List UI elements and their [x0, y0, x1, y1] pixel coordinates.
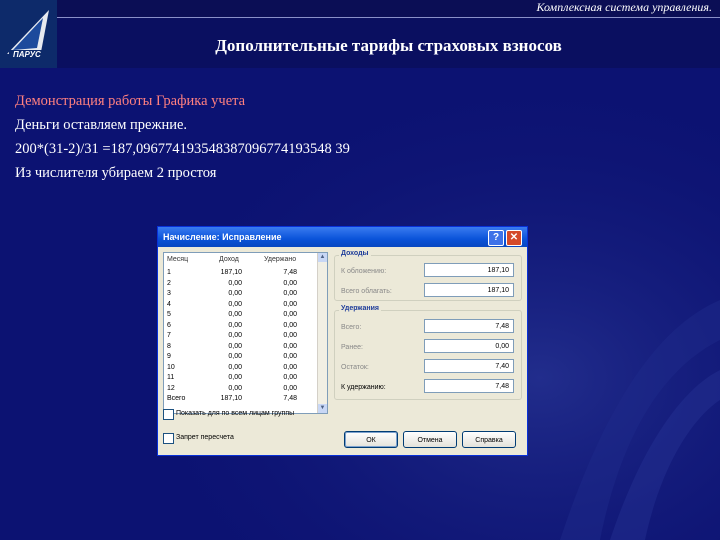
table-cell-withheld: 7,48	[283, 395, 297, 402]
table-cell-income: 0,00	[228, 311, 242, 318]
table-cell-income: 0,00	[228, 290, 242, 297]
table-row[interactable]: 2 0,00 0,00	[164, 279, 314, 289]
earlier-label: Ранее:	[341, 344, 363, 351]
table-cell-month: 1	[167, 269, 171, 276]
cancel-button[interactable]: Отмена	[403, 431, 457, 448]
scroll-up-icon[interactable]: ▲	[318, 253, 327, 262]
deductions-group-title: Удержания	[339, 305, 381, 312]
demo-link[interactable]: Демонстрация работы Графика учета	[15, 93, 350, 117]
table-cell-month: 3	[167, 290, 171, 297]
table-cell-income: 0,00	[228, 300, 242, 308]
formula-line: 200*(31-2)/31 =187,096774193548387096774…	[15, 141, 350, 157]
table-cell-month: Всего	[167, 395, 186, 402]
balance-field[interactable]: 7,40	[424, 359, 514, 373]
table-cell-month: 11	[167, 374, 175, 381]
table-cell-month: 12	[167, 384, 175, 392]
table-cell-month: 7	[167, 332, 171, 339]
table-cell-month: 8	[167, 342, 171, 350]
total-taxable-field[interactable]: 187,10	[424, 283, 514, 297]
help-icon[interactable]: ?	[488, 230, 504, 246]
table-cell-withheld: 7,48	[283, 269, 297, 276]
show-group-label: Показать для по всем лицам группы	[176, 410, 295, 417]
total-taxable-label: Всего облагать:	[341, 288, 392, 295]
no-recalc-label: Запрет пересчета	[176, 434, 234, 441]
table-cell-month: 9	[167, 353, 171, 360]
table-cell-withheld: 0,00	[283, 342, 297, 350]
table-cell-withheld: 0,00	[283, 353, 297, 360]
to-withhold-field[interactable]: 7,48	[424, 379, 514, 393]
table-row[interactable]: 8 0,00 0,00	[164, 342, 314, 352]
table-row[interactable]: 1 187,10 7,48	[164, 268, 314, 278]
taxable-field[interactable]: 187,10	[424, 263, 514, 277]
table-cell-withheld: 0,00	[283, 279, 297, 287]
close-icon[interactable]: ✕	[506, 230, 522, 246]
table-cell-month: 4	[167, 300, 171, 308]
svg-text:ПАРУС: ПАРУС	[13, 50, 41, 59]
dialog-titlebar[interactable]: Начисление: Исправление ? ✕	[158, 227, 527, 247]
income-group-title: Доходы	[339, 250, 371, 257]
table-cell-income: 0,00	[228, 342, 242, 350]
table-cell-withheld: 0,00	[283, 321, 297, 329]
table-cell-month: 2	[167, 279, 171, 287]
table-cell-income: 0,00	[228, 353, 242, 360]
table-row[interactable]: 9 0,00 0,00	[164, 352, 314, 362]
table-row[interactable]: Всего 187,10 7,48	[164, 394, 314, 404]
table-cell-income: 0,00	[228, 363, 242, 371]
table-cell-month: 5	[167, 311, 171, 318]
company-logo: ПАРУС	[0, 0, 57, 68]
ok-button[interactable]: ОК	[344, 431, 398, 448]
slide-body: Демонстрация работы Графика учета Деньги…	[15, 93, 350, 189]
body-text-line: Деньги оставляем прежние.	[15, 117, 188, 133]
system-name: Комплексная система управления.	[536, 0, 712, 14]
body-text-line: Из числителя убираем 2 простоя	[15, 165, 217, 181]
help-button[interactable]: Справка	[462, 431, 516, 448]
table-cell-income: 0,00	[228, 384, 242, 392]
table-cell-income: 0,00	[228, 279, 242, 287]
no-recalc-checkbox[interactable]	[163, 433, 174, 444]
earlier-field[interactable]: 0,00	[424, 339, 514, 353]
deduction-total-field[interactable]: 7,48	[424, 319, 514, 333]
taxable-label: К обложению:	[341, 268, 387, 275]
accrual-dialog: Начисление: Исправление ? ✕ Месяц Доход …	[157, 226, 528, 456]
table-row[interactable]: 10 0,00 0,00	[164, 363, 314, 373]
title-bar: Дополнительные тарифы страховых взносов	[57, 18, 720, 68]
table-row[interactable]: 5 0,00 0,00	[164, 310, 314, 320]
months-table[interactable]: Месяц Доход Удержано 1 187,10 7,48 2 0,00 0,0…	[163, 252, 328, 414]
table-cell-withheld: 0,00	[283, 374, 297, 381]
table-cell-income: 0,00	[228, 332, 242, 339]
deduction-total-label: Всего:	[341, 324, 362, 331]
col-header-withheld: Удержано	[264, 256, 297, 263]
table-cell-withheld: 0,00	[283, 363, 297, 371]
balance-label: Остаток:	[341, 364, 369, 371]
slide-header: ПАРУС Комплексная система управления. До…	[0, 0, 720, 68]
table-cell-withheld: 0,00	[283, 290, 297, 297]
table-cell-withheld: 0,00	[283, 300, 297, 308]
table-scrollbar[interactable]: ▲ ▼	[317, 253, 327, 413]
slide-title: Дополнительные тарифы страховых взносов	[215, 36, 562, 55]
scroll-down-icon[interactable]: ▼	[318, 404, 327, 413]
col-header-income: Доход	[219, 256, 239, 263]
table-cell-month: 6	[167, 321, 171, 329]
table-cell-income: 0,00	[228, 321, 242, 329]
dialog-title: Начисление: Исправление	[163, 232, 282, 242]
table-row[interactable]: 4 0,00 0,00	[164, 300, 314, 310]
col-header-month: Месяц	[167, 256, 189, 263]
table-cell-income: 187,10	[220, 269, 242, 276]
table-row[interactable]: 6 0,00 0,00	[164, 321, 314, 331]
table-cell-month: 10	[167, 363, 175, 371]
table-row[interactable]: 11 0,00 0,00	[164, 373, 314, 383]
table-row[interactable]: 3 0,00 0,00	[164, 289, 314, 299]
table-cell-withheld: 0,00	[283, 332, 297, 339]
table-row[interactable]: 7 0,00 0,00	[164, 331, 314, 341]
table-cell-income: 0,00	[228, 374, 242, 381]
table-cell-withheld: 0,00	[283, 311, 297, 318]
table-cell-withheld: 0,00	[283, 384, 297, 392]
table-cell-income: 187,10	[220, 395, 242, 402]
system-name-strip: Комплексная система управления.	[57, 0, 720, 18]
show-group-checkbox[interactable]	[163, 409, 174, 420]
to-withhold-label: К удержанию:	[341, 384, 386, 391]
table-row[interactable]: 12 0,00 0,00	[164, 384, 314, 394]
